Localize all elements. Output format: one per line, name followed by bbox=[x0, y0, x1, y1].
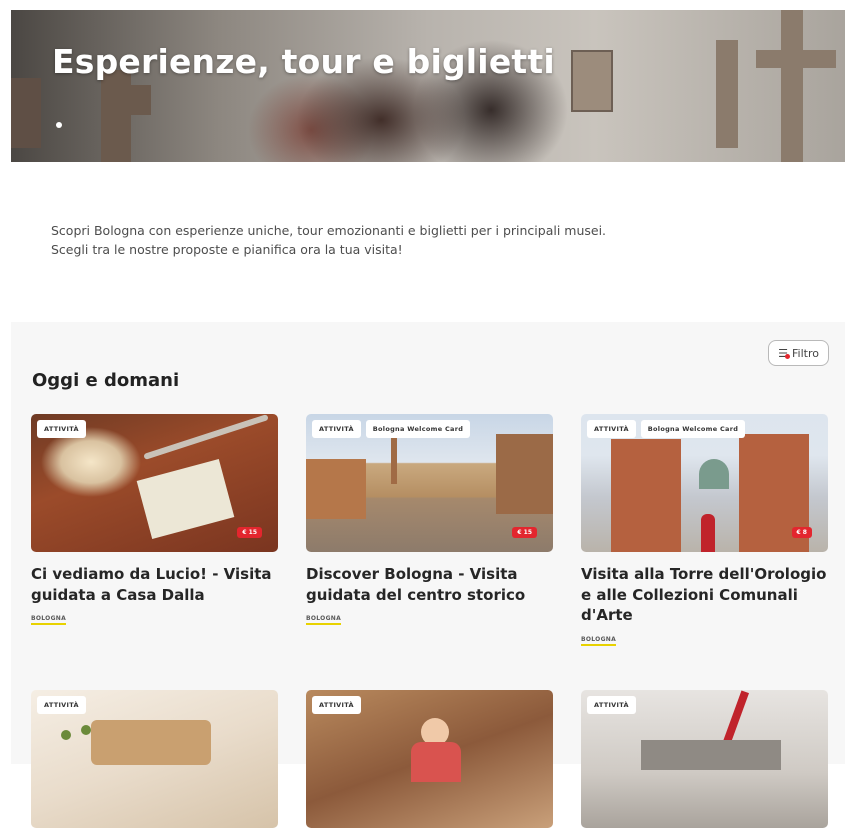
experience-card[interactable]: ATTIVITÀ bbox=[31, 690, 278, 828]
card-badges: ATTIVITÀ Bologna Welcome Card bbox=[587, 420, 746, 438]
hero-decor bbox=[781, 10, 803, 162]
card-image[interactable]: ATTIVITÀ bbox=[31, 690, 278, 828]
price-badge: € 15 bbox=[237, 527, 262, 538]
experience-card[interactable]: ATTIVITÀ Bologna Welcome Card € 8 Visita… bbox=[581, 414, 828, 646]
card-image[interactable]: ATTIVITÀ bbox=[306, 690, 553, 828]
card-image[interactable]: ATTIVITÀ bbox=[581, 690, 828, 828]
intro-text: Scopri Bologna con esperienze uniche, to… bbox=[51, 222, 611, 259]
category-badge: ATTIVITÀ bbox=[37, 420, 86, 438]
dome-shape bbox=[699, 459, 729, 489]
food-shape bbox=[61, 730, 71, 740]
card-badges: ATTIVITÀ Bologna Welcome Card bbox=[312, 420, 471, 438]
sliders-icon: ☰ bbox=[778, 346, 790, 360]
tower-shape bbox=[391, 434, 397, 484]
building-shape bbox=[306, 459, 366, 519]
card-image[interactable]: ATTIVITÀ Bologna Welcome Card € 15 bbox=[306, 414, 553, 552]
carousel-dot[interactable] bbox=[56, 122, 62, 128]
battlement-shape bbox=[611, 439, 681, 552]
today-tomorrow-section: ☰ Filtro Oggi e domani ATTIVITÀ € 15 Ci … bbox=[11, 322, 845, 828]
category-badge: ATTIVITÀ bbox=[312, 696, 361, 714]
filter-button[interactable]: ☰ Filtro bbox=[768, 340, 829, 366]
food-shape bbox=[81, 725, 91, 735]
section-title: Oggi e domani bbox=[32, 370, 180, 391]
flute-shape bbox=[143, 414, 269, 460]
hero-decor bbox=[571, 50, 613, 112]
card-title[interactable]: Discover Bologna - Visita guidata del ce… bbox=[306, 564, 553, 605]
card-title[interactable]: Visita alla Torre dell'Orologio e alle C… bbox=[581, 564, 828, 626]
welcome-card-badge: Bologna Welcome Card bbox=[365, 420, 471, 438]
category-badge: ATTIVITÀ bbox=[37, 696, 86, 714]
category-badge: ATTIVITÀ bbox=[587, 420, 636, 438]
intro-line-1: Scopri Bologna con esperienze uniche, to… bbox=[51, 223, 607, 238]
category-badge: ATTIVITÀ bbox=[312, 420, 361, 438]
person-shape bbox=[411, 742, 461, 782]
hero-decor bbox=[131, 85, 151, 115]
card-badges: ATTIVITÀ bbox=[37, 420, 86, 438]
intro-line-2: Scegli tra le nostre proposte e pianific… bbox=[51, 241, 403, 257]
experience-card[interactable]: ATTIVITÀ € 15 Ci vediamo da Lucio! - Vis… bbox=[31, 414, 278, 625]
card-city: BOLOGNA bbox=[306, 615, 342, 625]
page-title: Esperienze, tour e biglietti bbox=[52, 42, 555, 81]
hero-banner: Esperienze, tour e biglietti bbox=[11, 10, 845, 162]
hero-decor bbox=[11, 78, 41, 148]
filter-label: Filtro bbox=[792, 346, 819, 360]
card-badges: ATTIVITÀ bbox=[37, 696, 86, 714]
experience-card[interactable]: ATTIVITÀ bbox=[581, 690, 828, 828]
hero-decor bbox=[756, 50, 836, 68]
card-badges: ATTIVITÀ bbox=[587, 696, 636, 714]
price-badge: € 15 bbox=[512, 527, 537, 538]
person-shape bbox=[701, 514, 715, 552]
card-city: BOLOGNA bbox=[31, 615, 67, 625]
card-city: BOLOGNA bbox=[581, 636, 617, 646]
sheet-music-shape bbox=[136, 459, 235, 539]
card-badges: ATTIVITÀ bbox=[312, 696, 361, 714]
price-badge: € 8 bbox=[791, 527, 812, 538]
hero-decor bbox=[101, 70, 131, 162]
welcome-card-badge: Bologna Welcome Card bbox=[640, 420, 746, 438]
hero-decor bbox=[716, 40, 738, 148]
card-image[interactable]: ATTIVITÀ Bologna Welcome Card € 8 bbox=[581, 414, 828, 552]
experience-card[interactable]: ATTIVITÀ bbox=[306, 690, 553, 828]
food-shape bbox=[91, 720, 211, 765]
decor-shape bbox=[641, 740, 781, 770]
experience-card[interactable]: ATTIVITÀ Bologna Welcome Card € 15 Disco… bbox=[306, 414, 553, 625]
building-shape bbox=[496, 434, 553, 514]
category-badge: ATTIVITÀ bbox=[587, 696, 636, 714]
card-image[interactable]: ATTIVITÀ € 15 bbox=[31, 414, 278, 552]
card-title[interactable]: Ci vediamo da Lucio! - Visita guidata a … bbox=[31, 564, 278, 605]
